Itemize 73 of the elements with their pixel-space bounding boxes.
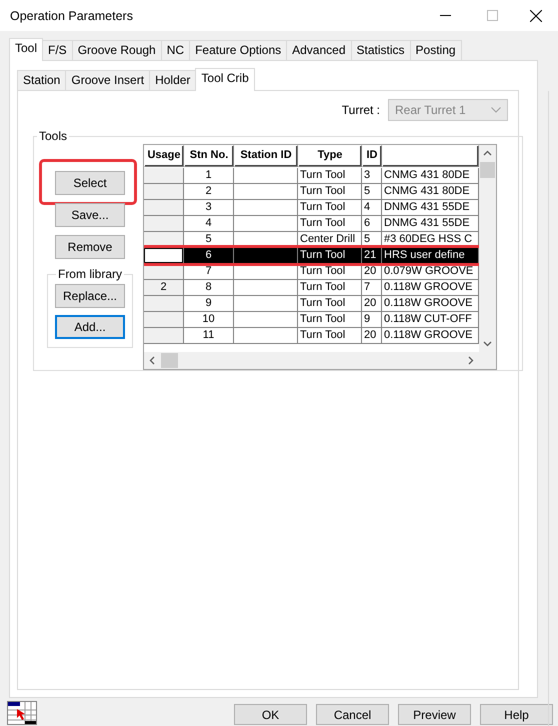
table-cell: Turn Tool — [298, 168, 362, 184]
table-cell: Turn Tool — [298, 296, 362, 312]
table-cell: Turn Tool — [298, 200, 362, 216]
dialog-button[interactable]: Cancel — [316, 704, 389, 725]
table-cell: 10 — [184, 312, 234, 328]
table-cell: 3 — [184, 200, 234, 216]
table-cell — [234, 168, 298, 184]
table-cell: Turn Tool — [298, 312, 362, 328]
tab[interactable]: Holder — [149, 70, 196, 90]
action-button[interactable]: Select — [55, 171, 125, 195]
table-cell — [234, 216, 298, 232]
group-title: From library — [56, 267, 123, 281]
tab[interactable]: Groove Insert — [65, 70, 150, 90]
row-header[interactable]: 2 — [144, 280, 184, 296]
table-cell: 20 — [362, 328, 382, 344]
group-title: Tools — [38, 129, 68, 143]
table-cell: Turn Tool — [298, 328, 362, 344]
table-cell — [234, 328, 298, 344]
table-cell: 6 — [362, 216, 382, 232]
table-cursor-icon[interactable] — [7, 701, 37, 725]
table-cell: 4 — [362, 200, 382, 216]
tab[interactable]: Tool Crib — [195, 68, 255, 91]
table-cell: 20 — [362, 264, 382, 280]
table-cell — [234, 200, 298, 216]
table-cell — [234, 184, 298, 200]
table-cell: 5 — [362, 184, 382, 200]
column-header[interactable]: Usage — [144, 145, 184, 167]
table-cell: Turn Tool — [298, 184, 362, 200]
table-cell: Turn Tool — [298, 280, 362, 296]
row-header[interactable] — [144, 248, 184, 264]
table-cell: 11 — [184, 328, 234, 344]
table-cell: 7 — [184, 264, 234, 280]
table-cell: 6 — [184, 248, 234, 264]
table-cell: 2 — [184, 184, 234, 200]
scrollbar-thumb[interactable] — [161, 353, 178, 368]
action-button[interactable]: Save... — [55, 203, 125, 227]
table-cell: Turn Tool — [298, 264, 362, 280]
maximize-icon[interactable] — [487, 10, 498, 21]
column-header[interactable]: ID — [362, 145, 382, 167]
table-cell: Turn Tool — [298, 248, 362, 264]
tab[interactable]: Posting — [410, 40, 462, 60]
table-cell: 4 — [184, 216, 234, 232]
column-header[interactable]: Stn No. — [184, 145, 234, 167]
table-cell: 9 — [362, 312, 382, 328]
table-cell: 9 — [184, 296, 234, 312]
tab[interactable]: Tool — [9, 38, 44, 61]
dialog-button[interactable]: OK — [234, 704, 307, 725]
table-cell: 20 — [362, 296, 382, 312]
table-cell — [234, 280, 298, 296]
table-cell: 3 — [362, 168, 382, 184]
table-cell: 1 — [184, 168, 234, 184]
table-cell — [234, 248, 298, 264]
table-cell: 7 — [362, 280, 382, 296]
table-cell: Turn Tool — [298, 216, 362, 232]
table-cell — [234, 264, 298, 280]
turret-label: Turret : — [342, 103, 380, 117]
table-cell: HRS user define — [382, 248, 479, 264]
column-header[interactable] — [382, 145, 479, 167]
table-cell — [234, 312, 298, 328]
action-button[interactable]: Replace... — [55, 284, 125, 308]
table-cell: 8 — [184, 280, 234, 296]
window-title: Operation Parameters — [10, 8, 134, 22]
action-button[interactable]: Remove — [55, 235, 125, 259]
table-cell — [234, 296, 298, 312]
dialog-button[interactable]: Help — [480, 704, 553, 725]
close-icon[interactable] — [530, 10, 542, 22]
action-button[interactable]: Add... — [55, 315, 125, 339]
dialog-button[interactable]: Preview — [398, 704, 471, 725]
tab[interactable]: Station — [17, 70, 66, 90]
scrollbar-thumb[interactable] — [480, 162, 495, 178]
table-cell: 21 — [362, 248, 382, 264]
column-header[interactable]: Type — [298, 145, 362, 167]
column-header[interactable]: Station ID — [234, 145, 298, 167]
